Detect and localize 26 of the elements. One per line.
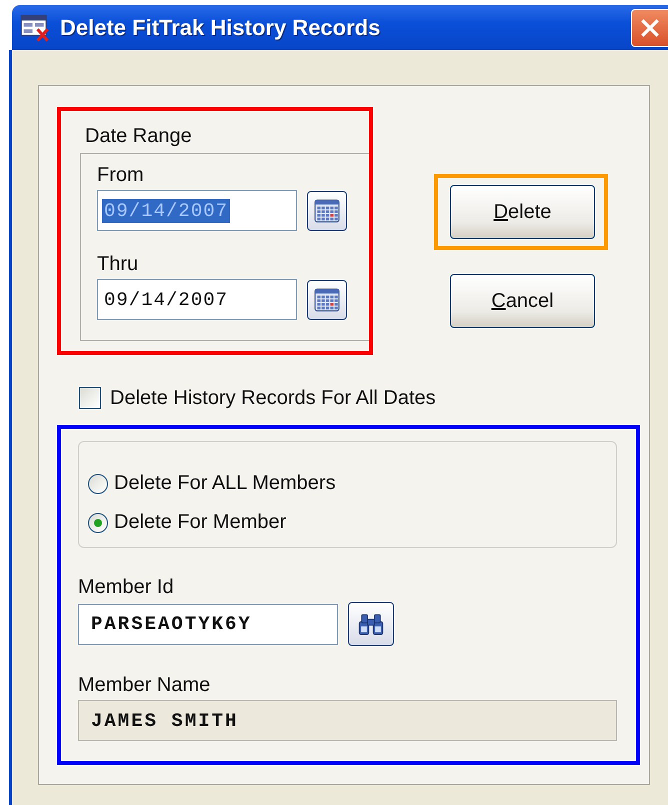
calendar-icon <box>314 288 340 312</box>
radio-label: Delete For ALL Members <box>114 472 336 495</box>
window-title: Delete FitTrak History Records <box>60 14 382 40</box>
table-icon <box>20 12 50 42</box>
field-label: Thru <box>97 253 140 276</box>
member-name-field: JAMES SMITH <box>78 700 617 741</box>
calendar-button[interactable] <box>307 280 347 320</box>
search-button[interactable] <box>348 602 394 646</box>
binoculars-icon <box>357 611 385 637</box>
radio-label: Delete For Member <box>114 511 286 534</box>
close-icon <box>639 16 661 38</box>
date-field[interactable]: 09/14/2007 <box>97 279 297 320</box>
delete-button[interactable]: Delete <box>450 185 595 239</box>
member-id-field[interactable]: PARSEAOTYK6Y <box>78 604 338 644</box>
calendar-button[interactable] <box>307 190 347 230</box>
field-label: From <box>97 164 145 187</box>
close-button[interactable] <box>631 8 668 46</box>
field-label: Member Name <box>78 674 212 697</box>
checkbox-label: Delete History Records For All Dates <box>110 386 436 410</box>
checkbox[interactable] <box>79 387 101 409</box>
cancel-button[interactable]: Cancel <box>450 274 595 328</box>
calendar-icon <box>314 198 340 222</box>
field-label: Member Id <box>78 576 175 599</box>
group-label: Date Range <box>85 125 193 148</box>
radio-button[interactable] <box>88 512 108 532</box>
radio-button[interactable] <box>88 474 108 494</box>
